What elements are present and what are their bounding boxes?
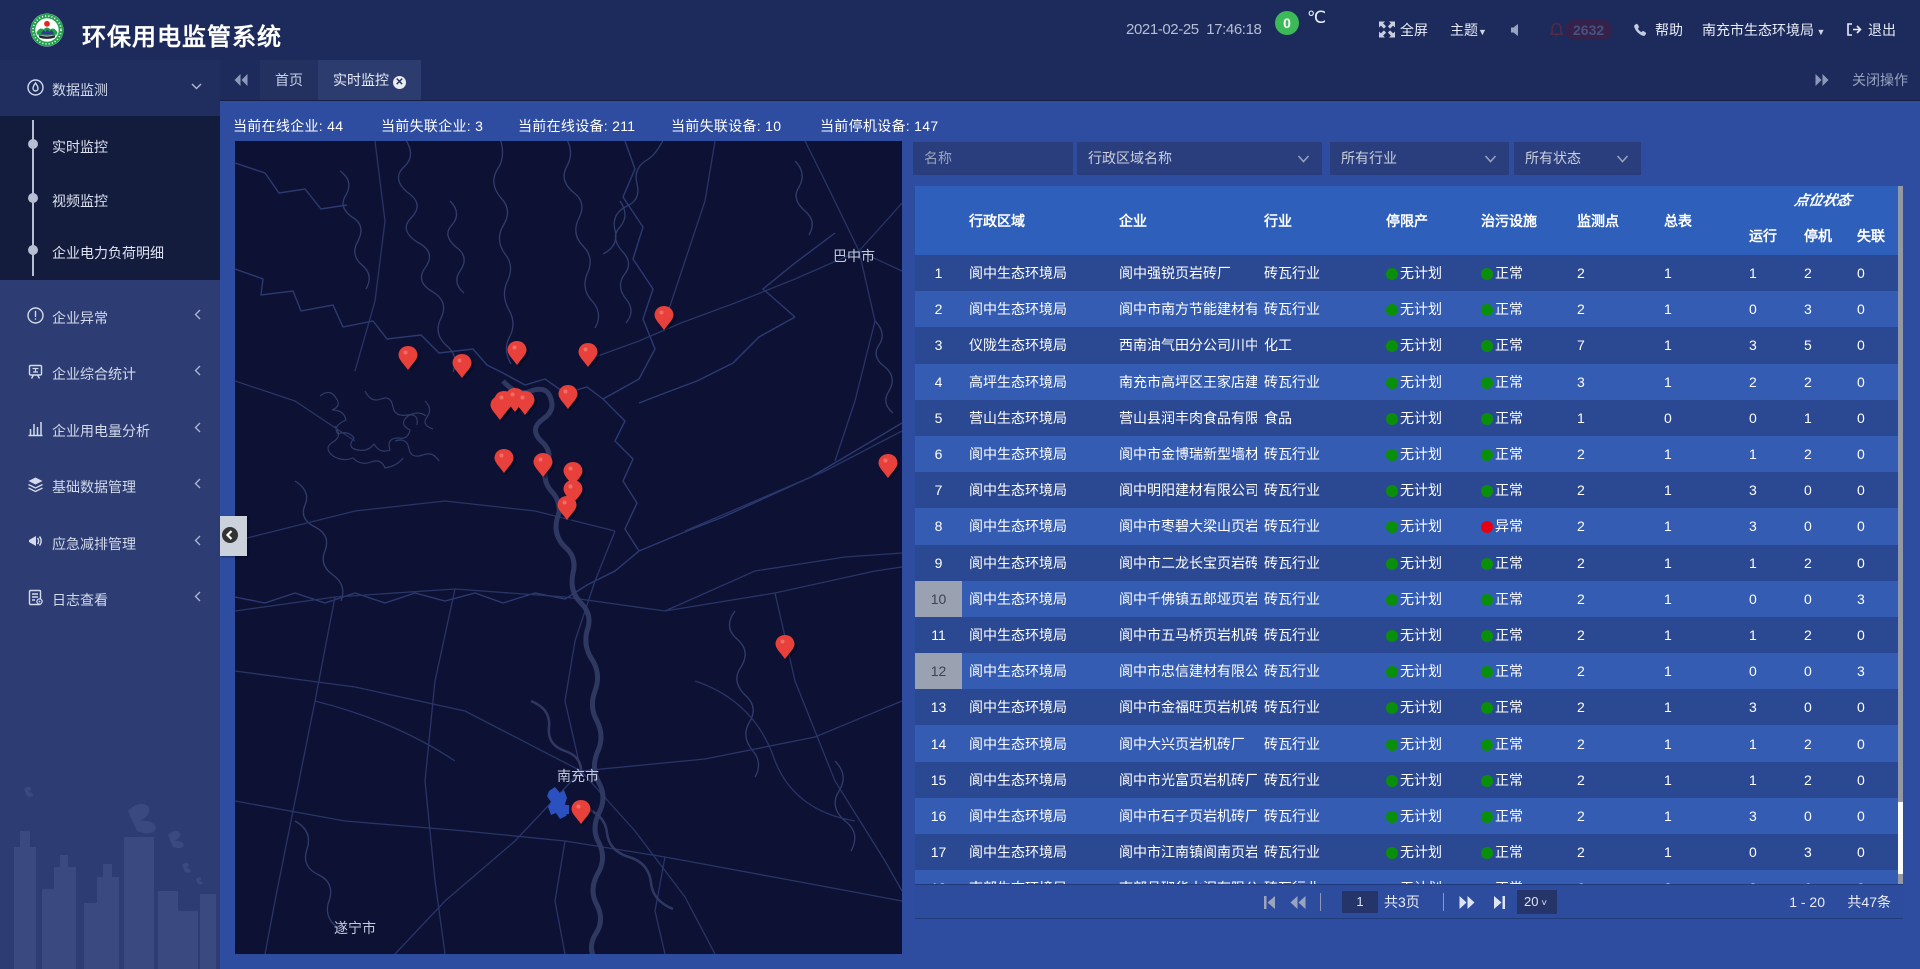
svg-text:遂宁市: 遂宁市	[334, 920, 376, 936]
svg-text:南充市: 南充市	[557, 768, 599, 784]
svg-text:巴中市: 巴中市	[833, 248, 875, 264]
